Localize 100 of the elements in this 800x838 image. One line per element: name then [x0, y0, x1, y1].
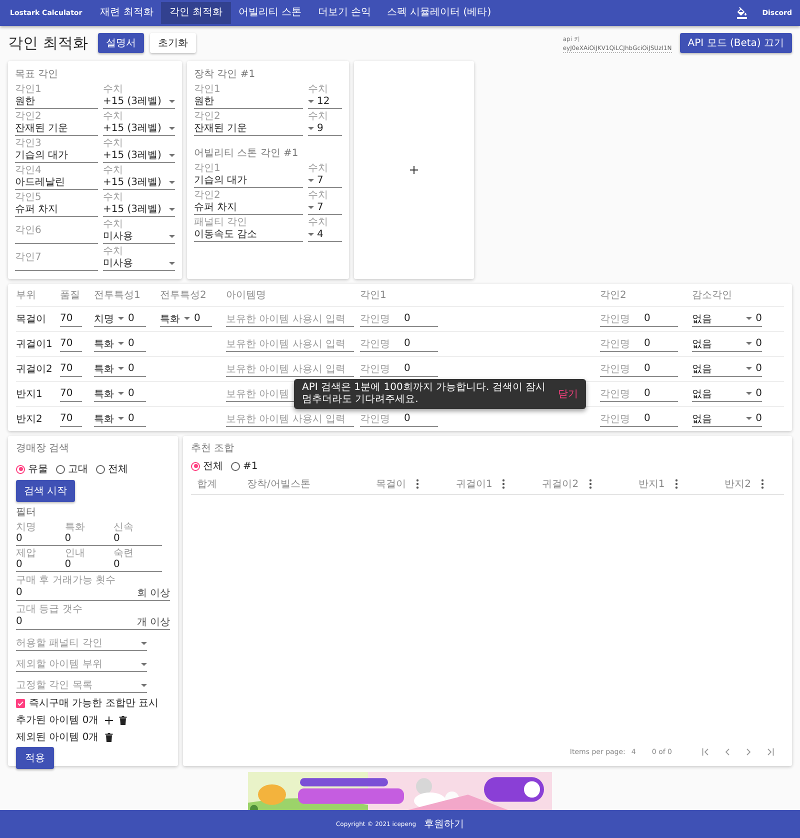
first-page-icon[interactable]	[702, 748, 711, 756]
engraving-field[interactable]: 각인명 0	[360, 336, 438, 352]
engraving-field[interactable]: 각인명 0	[600, 336, 678, 352]
header-button[interactable]: 초기화	[150, 33, 196, 53]
item-count-text: 제외된 아이템 0개	[16, 731, 99, 744]
card-title: 어빌리티 스톤 각인 #1	[194, 147, 300, 160]
stat-field[interactable]: 특화 0	[94, 336, 146, 352]
table-cell-text: 귀걸이2	[16, 363, 54, 376]
api-mode-button[interactable]: API 모드 (Beta) 끄기	[680, 33, 792, 53]
checkbox-label[interactable]: 즉시구매 가능한 조합만 표시	[29, 696, 159, 710]
stat-field[interactable]: 특화 0	[160, 312, 212, 326]
radio-button[interactable]	[96, 464, 105, 474]
penalty-field[interactable]: 없음 0	[692, 336, 762, 352]
stat-filter-field[interactable]: 신속 0	[114, 522, 162, 546]
apply-button[interactable]: 적용	[16, 747, 54, 769]
engraving-field[interactable]: 각인명 0	[360, 312, 438, 326]
level-select[interactable]: 수치 +15 (3레벨)	[103, 165, 175, 190]
level-select[interactable]: 수치 7	[308, 163, 342, 188]
engraving-select[interactable]: 각인1 원한	[15, 84, 98, 109]
penalty-field[interactable]: 없음 0	[692, 386, 762, 402]
more-options-icon[interactable]	[502, 479, 506, 489]
level-select[interactable]: 수치 +15 (3레벨)	[103, 138, 175, 163]
more-options-icon[interactable]	[760, 479, 764, 489]
quality-field[interactable]: 70	[60, 362, 82, 376]
column-header: 전투특성2	[160, 289, 208, 302]
radio-label[interactable]: 유물	[28, 462, 48, 476]
radio-button[interactable]	[231, 462, 240, 470]
more-options-icon[interactable]	[416, 479, 420, 489]
quality-field[interactable]: 70	[60, 412, 82, 426]
engraving-select[interactable]: 각인1 원한	[194, 84, 303, 109]
search-button[interactable]: 검색 시작	[16, 480, 76, 502]
engraving-field[interactable]: 각인명 0	[600, 412, 678, 426]
plus-icon[interactable]	[104, 716, 113, 724]
quality-field[interactable]: 70	[60, 312, 82, 326]
engraving-select[interactable]: 각인4 아드레날린	[15, 165, 98, 190]
level-select[interactable]: 수치 +15 (3레벨)	[103, 192, 175, 217]
engraving-select[interactable]: 각인3 기습의 대가	[15, 138, 98, 163]
quality-field[interactable]: 70	[60, 386, 82, 402]
level-select[interactable]: 수치 +15 (3레벨)	[103, 111, 175, 136]
level-select[interactable]: 수치 12	[308, 84, 342, 109]
stat-field[interactable]: 특화 0	[94, 386, 146, 402]
more-options-icon[interactable]	[588, 479, 592, 489]
engraving-select[interactable]: 각인2 슈퍼 차지	[194, 190, 303, 215]
penalty-field[interactable]: 없음 0	[692, 412, 762, 426]
header-button[interactable]: 설명서	[98, 33, 144, 53]
stat-filter-field[interactable]: 특화 0	[64, 522, 114, 546]
nav-tab[interactable]: 각인 최적화	[161, 2, 231, 24]
radio-button[interactable]	[191, 462, 200, 470]
level-select[interactable]: 수치 미사용	[103, 246, 175, 271]
nav-tab[interactable]: 더보기 손익	[310, 2, 379, 24]
trash-icon[interactable]	[104, 732, 113, 742]
stat-filter-field[interactable]: 제압 0	[16, 548, 65, 572]
engraving-select[interactable]: 각인2 잔재된 기운	[15, 111, 98, 136]
stat-filter-field[interactable]: 숙련 0	[114, 548, 162, 572]
column-header: 반지1	[638, 478, 665, 491]
donate-link[interactable]: 후원하기	[424, 817, 464, 831]
level-select[interactable]: 수치 9	[308, 111, 342, 136]
plus-icon[interactable]	[410, 166, 418, 174]
level-select[interactable]: 수치 미사용	[103, 219, 175, 244]
engraving-select[interactable]: 각인1 기습의 대가	[194, 163, 303, 188]
trash-icon[interactable]	[118, 716, 127, 724]
penalty-field[interactable]: 없음 0	[692, 362, 762, 376]
radio-button[interactable]	[56, 464, 65, 474]
engraving-select[interactable]: 각인2 잔재된 기운	[194, 111, 303, 136]
penalty-field[interactable]: 없음 0	[692, 312, 762, 326]
nav-tab[interactable]: 스펙 시뮬레이터 (베타)	[378, 2, 500, 24]
radio-label[interactable]: 전체	[108, 462, 128, 476]
chevron-left-icon[interactable]	[723, 748, 732, 756]
stat-field[interactable]: 특화 0	[94, 362, 146, 376]
count-field[interactable]: 고대 등급 갯수 0 개 이상	[16, 604, 170, 630]
engraving-field[interactable]: 각인명 0	[600, 386, 678, 402]
quality-field[interactable]: 70	[60, 336, 82, 352]
level-select[interactable]: 수치 +15 (3레벨)	[103, 84, 175, 109]
radio-label[interactable]: 전체	[203, 459, 223, 473]
nav-tab[interactable]: 어빌리티 스톤	[230, 2, 310, 24]
count-field[interactable]: 구매 후 거래가능 횟수 0 회 이상	[16, 575, 170, 601]
paint-bucket-icon[interactable]	[736, 7, 748, 19]
chevron-right-icon[interactable]	[744, 748, 753, 756]
radio-label[interactable]: 고대	[68, 462, 88, 476]
stat-filter-field[interactable]: 치명 0	[16, 522, 65, 546]
level-select[interactable]: 수치 4	[308, 217, 342, 242]
engraving-field[interactable]: 각인명 0	[600, 362, 678, 376]
last-page-icon[interactable]	[765, 748, 774, 756]
caret-icon	[169, 208, 175, 211]
more-options-icon[interactable]	[674, 479, 678, 489]
engraving-field[interactable]: 각인명 0	[600, 312, 678, 326]
level-select[interactable]: 수치 7	[308, 190, 342, 215]
engraving-field[interactable]: 각인명 0	[360, 412, 438, 426]
caret-icon	[308, 206, 314, 209]
engraving-select[interactable]: 패널티 각인 이동속도 감소	[194, 217, 303, 242]
close-button[interactable]: 닫기	[558, 387, 578, 401]
stat-filter-field[interactable]: 인내 0	[64, 548, 114, 572]
stat-field[interactable]: 특화 0	[94, 412, 146, 426]
engraving-field[interactable]: 각인명 0	[360, 362, 438, 376]
nav-tab[interactable]: 재련 최적화	[92, 2, 162, 24]
radio-label[interactable]: #1	[243, 460, 258, 472]
checkbox[interactable]	[16, 698, 25, 708]
stat-field[interactable]: 치명 0	[94, 312, 146, 326]
engraving-select[interactable]: 각인5 슈퍼 차지	[15, 192, 98, 217]
radio-button[interactable]	[16, 464, 25, 474]
